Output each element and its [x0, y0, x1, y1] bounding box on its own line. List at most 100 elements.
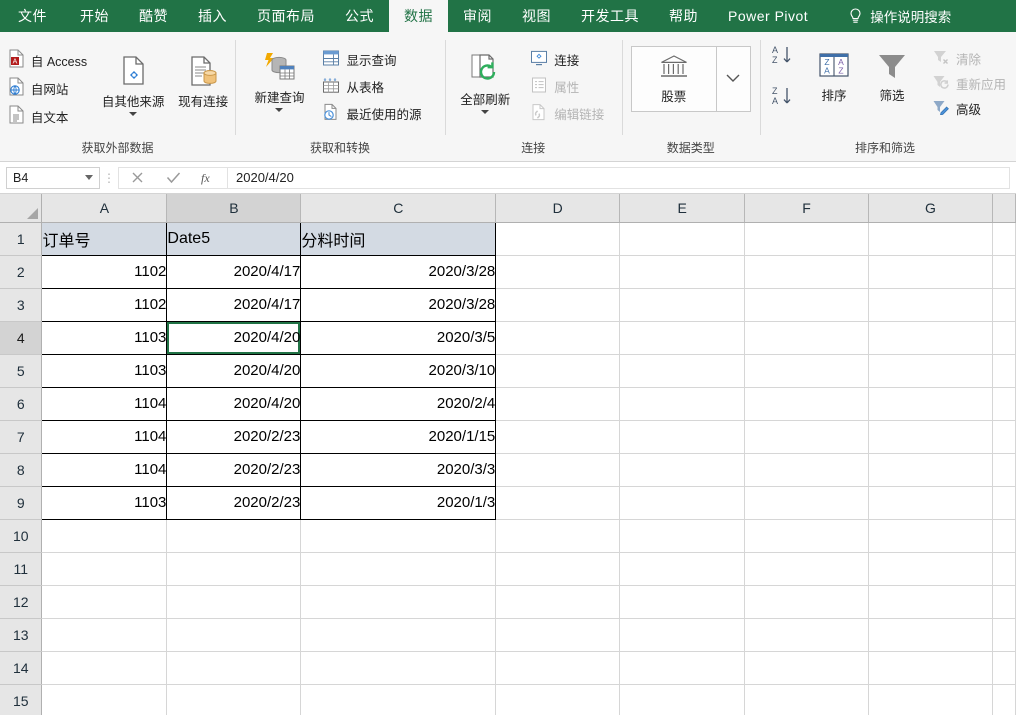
formula-input[interactable]: 2020/4/20	[227, 167, 1010, 189]
button-from-text[interactable]: 自文本	[2, 102, 93, 130]
cell-c2[interactable]: 2020/3/28	[301, 255, 496, 288]
cell-g12[interactable]	[869, 585, 993, 618]
cell-h12[interactable]	[992, 585, 1015, 618]
cell-a13[interactable]	[42, 618, 167, 651]
cell-e10[interactable]	[620, 519, 745, 552]
row-header-8[interactable]: 8	[0, 453, 42, 486]
cell-d12[interactable]	[496, 585, 620, 618]
cell-b7[interactable]: 2020/2/23	[167, 420, 301, 453]
cell-f2[interactable]	[745, 255, 869, 288]
chevron-down-icon[interactable]	[275, 108, 283, 112]
cell-d7[interactable]	[496, 420, 620, 453]
cell-g11[interactable]	[869, 552, 993, 585]
cell-c7[interactable]: 2020/1/15	[301, 420, 496, 453]
cell-f7[interactable]	[745, 420, 869, 453]
cell-h11[interactable]	[992, 552, 1015, 585]
tab-power-pivot[interactable]: Power Pivot	[713, 0, 823, 32]
cell-d15[interactable]	[496, 684, 620, 715]
row-header-4[interactable]: 4	[0, 321, 42, 354]
button-connections[interactable]: 连接	[524, 46, 610, 73]
cell-b8[interactable]: 2020/2/23	[167, 453, 301, 486]
chevron-down-icon[interactable]	[481, 110, 489, 114]
cell-a10[interactable]	[42, 519, 167, 552]
button-from-other-sources[interactable]: 自其他来源	[99, 52, 167, 118]
cell-h6[interactable]	[992, 387, 1015, 420]
row-header-9[interactable]: 9	[0, 486, 42, 519]
cancel-x-icon[interactable]	[119, 168, 155, 188]
cell-f10[interactable]	[745, 519, 869, 552]
cell-g2[interactable]	[869, 255, 993, 288]
cell-b9[interactable]: 2020/2/23	[167, 486, 301, 519]
cell-h9[interactable]	[992, 486, 1015, 519]
cell-f8[interactable]	[745, 453, 869, 486]
row-header-15[interactable]: 15	[0, 684, 42, 715]
tab-insert[interactable]: 插入	[183, 0, 242, 32]
button-new-query[interactable]: 新建查询	[248, 48, 310, 114]
cell-h15[interactable]	[992, 684, 1015, 715]
cell-c5[interactable]: 2020/3/10	[301, 354, 496, 387]
button-existing-connections[interactable]: 现有连接	[169, 52, 237, 112]
row-header-2[interactable]: 2	[0, 255, 42, 288]
cell-a4[interactable]: 1103	[42, 321, 167, 354]
sort-ascending-icon[interactable]: AZ	[770, 44, 796, 71]
cell-g10[interactable]	[869, 519, 993, 552]
column-header-d[interactable]: D	[496, 194, 620, 222]
chevron-down-icon[interactable]	[85, 175, 93, 180]
cell-h1[interactable]	[992, 222, 1015, 255]
cell-h5[interactable]	[992, 354, 1015, 387]
button-stocks[interactable]: 股票	[632, 47, 716, 111]
cell-e6[interactable]	[620, 387, 745, 420]
cell-g8[interactable]	[869, 453, 993, 486]
tab-help[interactable]: 帮助	[654, 0, 713, 32]
cell-d3[interactable]	[496, 288, 620, 321]
row-header-10[interactable]: 10	[0, 519, 42, 552]
cell-f4[interactable]	[745, 321, 869, 354]
cell-e12[interactable]	[620, 585, 745, 618]
button-from-access[interactable]: A 自 Access	[2, 46, 93, 74]
cell-f5[interactable]	[745, 354, 869, 387]
tab-developer[interactable]: 开发工具	[566, 0, 654, 32]
cell-a8[interactable]: 1104	[42, 453, 167, 486]
cell-b15[interactable]	[167, 684, 301, 715]
cell-b6[interactable]: 2020/4/20	[167, 387, 301, 420]
data-type-dropdown[interactable]	[716, 47, 750, 111]
cell-a9[interactable]: 1103	[42, 486, 167, 519]
row-header-11[interactable]: 11	[0, 552, 42, 585]
cell-g7[interactable]	[869, 420, 993, 453]
cell-d11[interactable]	[496, 552, 620, 585]
cell-f12[interactable]	[745, 585, 869, 618]
chevron-down-icon[interactable]	[129, 112, 137, 116]
cell-b5[interactable]: 2020/4/20	[167, 354, 301, 387]
cell-a11[interactable]	[42, 552, 167, 585]
cell-b11[interactable]	[167, 552, 301, 585]
cell-g13[interactable]	[869, 618, 993, 651]
cell-d9[interactable]	[496, 486, 620, 519]
row-header-7[interactable]: 7	[0, 420, 42, 453]
cell-g6[interactable]	[869, 387, 993, 420]
tab-data[interactable]: 数据	[389, 0, 448, 32]
button-from-web[interactable]: 自网站	[2, 74, 93, 102]
cell-a12[interactable]	[42, 585, 167, 618]
button-sort[interactable]: ZAAZ 排序	[806, 50, 862, 106]
cell-a1[interactable]: 订单号	[42, 222, 167, 255]
column-header-partial[interactable]	[992, 194, 1015, 222]
button-recent-sources[interactable]: 最近使用的源	[316, 100, 427, 127]
cell-c12[interactable]	[301, 585, 496, 618]
tab-file[interactable]: 文件	[0, 0, 65, 32]
tab-review[interactable]: 审阅	[448, 0, 507, 32]
cell-f6[interactable]	[745, 387, 869, 420]
cell-a2[interactable]: 1102	[42, 255, 167, 288]
cell-c13[interactable]	[301, 618, 496, 651]
cell-e4[interactable]	[620, 321, 745, 354]
cell-d2[interactable]	[496, 255, 620, 288]
column-header-b[interactable]: B	[167, 194, 301, 222]
cell-a14[interactable]	[42, 651, 167, 684]
cell-d5[interactable]	[496, 354, 620, 387]
tab-page-layout[interactable]: 页面布局	[242, 0, 330, 32]
cell-e8[interactable]	[620, 453, 745, 486]
cell-f9[interactable]	[745, 486, 869, 519]
cell-e1[interactable]	[620, 222, 745, 255]
sort-descending-icon[interactable]: ZA	[770, 85, 796, 112]
cell-h4[interactable]	[992, 321, 1015, 354]
row-header-12[interactable]: 12	[0, 585, 42, 618]
